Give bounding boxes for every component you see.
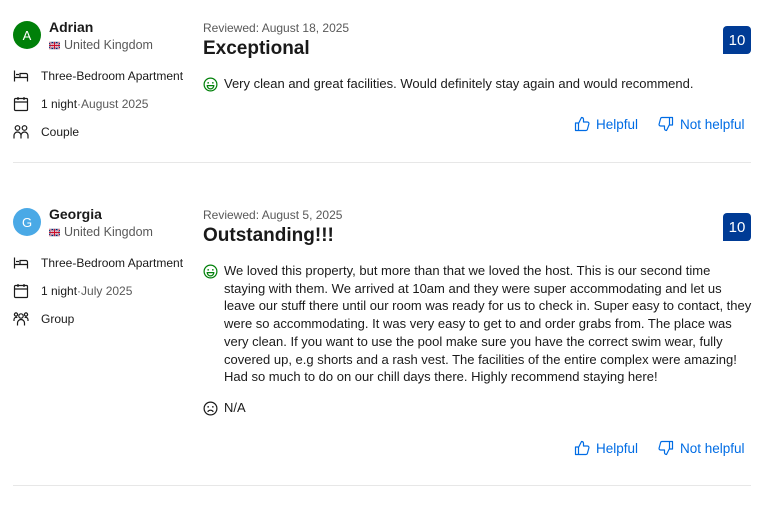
not-helpful-button[interactable]: Not helpful: [658, 116, 745, 132]
bed-icon: [13, 70, 29, 82]
not-helpful-label: Not helpful: [680, 440, 745, 456]
not-helpful-label: Not helpful: [680, 116, 745, 132]
thumbs-up-icon: [574, 116, 590, 132]
score-badge: 10: [723, 213, 751, 241]
helpful-label: Helpful: [596, 440, 639, 456]
helpful-label: Helpful: [596, 116, 639, 132]
helpful-button[interactable]: Helpful: [574, 440, 638, 456]
calendar-icon: [13, 284, 29, 299]
group-icon: [13, 312, 29, 326]
room-type: Three-Bedroom Apartment: [13, 254, 183, 272]
room-type: Three-Bedroom Apartment: [13, 67, 183, 85]
room-type-label: Three-Bedroom Apartment: [41, 256, 184, 270]
avatar: A: [13, 21, 41, 49]
thumbs-up-icon: [574, 440, 590, 456]
traveler-type-label: Couple: [41, 125, 80, 139]
traveler-type: Group: [13, 310, 74, 328]
not-helpful-button[interactable]: Not helpful: [658, 440, 745, 456]
reviewer-name: Adrian: [49, 19, 94, 35]
helpful-button[interactable]: Helpful: [574, 116, 638, 132]
stay-info: 1 night · August 2025: [13, 95, 148, 113]
thumbs-down-icon: [658, 116, 674, 132]
divider: [13, 485, 751, 486]
stay-nights: 1 night: [41, 97, 78, 111]
stay-date: July 2025: [81, 284, 133, 298]
smile-icon: [203, 77, 218, 92]
reviewer-name: Georgia: [49, 206, 102, 222]
couple-icon: [13, 125, 29, 139]
divider: [13, 162, 751, 163]
traveler-type: Couple: [13, 123, 79, 141]
positive-text: We loved this property, but more than th…: [224, 263, 752, 385]
stay-date: August 2025: [81, 97, 149, 111]
bed-icon: [13, 257, 29, 269]
stay-info: 1 night · July 2025: [13, 282, 132, 300]
review-title: Exceptional: [203, 38, 310, 59]
country-label: United Kingdom: [64, 38, 153, 52]
thumbs-down-icon: [658, 440, 674, 456]
avatar: G: [13, 208, 41, 236]
positive-comment: We loved this property, but more than th…: [203, 262, 755, 386]
reviewed-date: Reviewed: August 18, 2025: [203, 21, 350, 35]
reviewer-country: United Kingdom: [49, 38, 153, 52]
uk-flag-icon: [49, 40, 60, 50]
uk-flag-icon: [49, 227, 60, 237]
score-badge: 10: [723, 26, 751, 54]
calendar-icon: [13, 97, 29, 112]
review-title: Outstanding!!!: [203, 225, 334, 246]
positive-text: Very clean and great facilities. Would d…: [224, 76, 694, 91]
frown-icon: [203, 401, 218, 416]
room-type-label: Three-Bedroom Apartment: [41, 69, 184, 83]
negative-comment: N/A: [203, 399, 755, 417]
negative-text: N/A: [224, 400, 246, 415]
review-card: A Adrian United Kingdom Three-Bedroom Ap…: [0, 0, 768, 163]
reviewed-date: Reviewed: August 5, 2025: [203, 208, 343, 222]
stay-nights: 1 night: [41, 284, 78, 298]
country-label: United Kingdom: [64, 225, 153, 239]
review-card: G Georgia United Kingdom Three-Bedroom A…: [0, 187, 768, 487]
positive-comment: Very clean and great facilities. Would d…: [203, 75, 755, 93]
smile-icon: [203, 264, 218, 279]
traveler-type-label: Group: [41, 312, 75, 326]
reviewer-country: United Kingdom: [49, 225, 153, 239]
